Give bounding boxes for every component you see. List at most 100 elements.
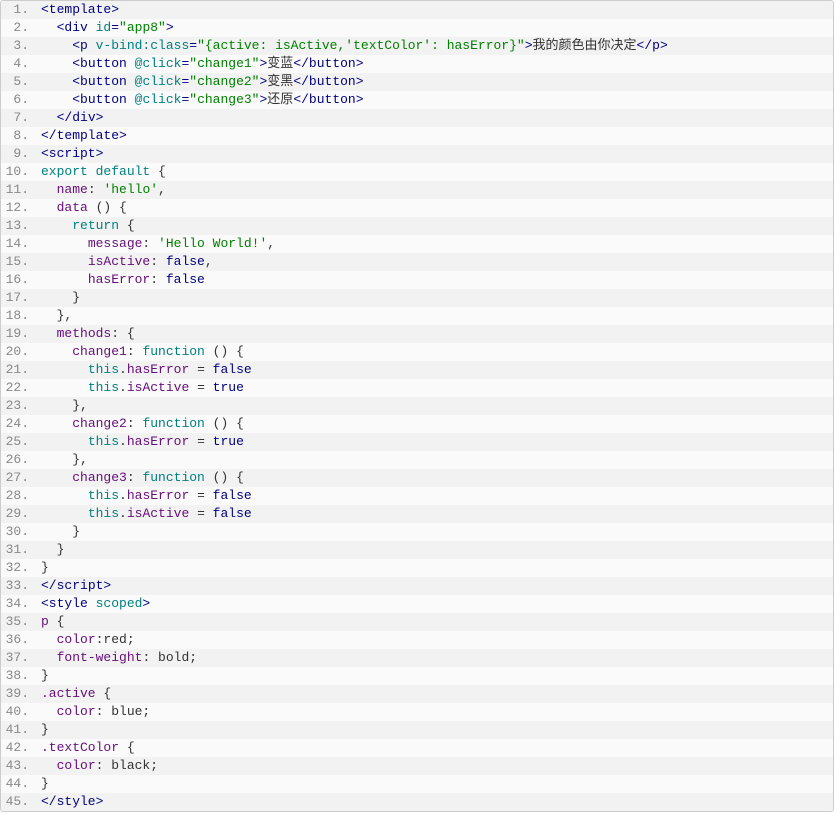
line-content: color: black;: [37, 757, 833, 775]
token: [41, 236, 88, 251]
token: function: [142, 416, 204, 431]
token: export: [41, 164, 88, 179]
line-content: change3: function () {: [37, 469, 833, 487]
token: ,: [158, 182, 166, 197]
code-line: 5. <button @click="change2">变黑</button>: [1, 73, 833, 91]
token: :red;: [96, 632, 135, 647]
code-line: 29. this.isActive = false: [1, 505, 833, 523]
line-number: 24.: [1, 415, 37, 433]
token: name: [57, 182, 88, 197]
token: change1: [72, 344, 127, 359]
token: },: [41, 308, 72, 323]
token: =: [189, 434, 212, 449]
line-number: 25.: [1, 433, 37, 451]
line-content: </template>: [37, 127, 833, 145]
token: [41, 200, 57, 215]
line-number: 32.: [1, 559, 37, 577]
line-content: color:red;: [37, 631, 833, 649]
code-line: 41.}: [1, 721, 833, 739]
line-number: 6.: [1, 91, 37, 109]
token: : {: [111, 326, 134, 341]
token: {: [96, 686, 112, 701]
token: @click: [135, 92, 182, 107]
token: () {: [205, 344, 244, 359]
line-content: isActive: false,: [37, 253, 833, 271]
line-content: hasError: false: [37, 271, 833, 289]
token: "change3": [189, 92, 259, 107]
line-number: 11.: [1, 181, 37, 199]
code-line: 32.}: [1, 559, 833, 577]
token: this: [88, 506, 119, 521]
code-line: 24. change2: function () {: [1, 415, 833, 433]
token: [41, 380, 88, 395]
token: color: [57, 704, 96, 719]
line-number: 30.: [1, 523, 37, 541]
token: [41, 182, 57, 197]
token: >: [142, 596, 150, 611]
line-content: <div id="app8">: [37, 19, 833, 37]
token: :: [150, 254, 166, 269]
line-content: }: [37, 541, 833, 559]
token: .textColor: [41, 740, 119, 755]
line-content: .textColor {: [37, 739, 833, 757]
line-content: }: [37, 667, 833, 685]
code-line: 6. <button @click="change3">还原</button>: [1, 91, 833, 109]
code-line: 8.</template>: [1, 127, 833, 145]
token: [41, 56, 72, 71]
line-number: 23.: [1, 397, 37, 415]
token: }: [41, 776, 49, 791]
line-number: 13.: [1, 217, 37, 235]
line-number: 3.: [1, 37, 37, 55]
token: =: [189, 488, 212, 503]
line-number: 20.: [1, 343, 37, 361]
token: this: [88, 380, 119, 395]
token: :: [127, 416, 143, 431]
token: isActive: [127, 506, 189, 521]
token: color: [57, 632, 96, 647]
token: .: [119, 362, 127, 377]
token: [41, 650, 57, 665]
token: id: [96, 20, 112, 35]
token: [41, 434, 88, 449]
code-line: 11. name: 'hello',: [1, 181, 833, 199]
code-line: 13. return {: [1, 217, 833, 235]
code-line: 2. <div id="app8">: [1, 19, 833, 37]
token: () {: [205, 470, 244, 485]
code-line: 20. change1: function () {: [1, 343, 833, 361]
line-number: 8.: [1, 127, 37, 145]
token: =: [189, 38, 197, 53]
token: <style: [41, 596, 96, 611]
line-content: </style>: [37, 793, 833, 811]
token: }: [41, 722, 49, 737]
line-content: }: [37, 523, 833, 541]
code-line: 12. data () {: [1, 199, 833, 217]
code-line: 22. this.isActive = true: [1, 379, 833, 397]
token: () {: [88, 200, 127, 215]
line-content: }: [37, 721, 833, 739]
code-line: 35.p {: [1, 613, 833, 631]
line-number: 40.: [1, 703, 37, 721]
token: ,: [205, 254, 213, 269]
code-line: 36. color:red;: [1, 631, 833, 649]
token: hasError: [127, 362, 189, 377]
token: return: [72, 218, 119, 233]
code-line: 21. this.hasError = false: [1, 361, 833, 379]
token: <template>: [41, 2, 119, 17]
code-line: 14. message: 'Hello World!',: [1, 235, 833, 253]
line-number: 42.: [1, 739, 37, 757]
line-content: }: [37, 559, 833, 577]
token: font-weight: [57, 650, 143, 665]
code-line: 44.}: [1, 775, 833, 793]
token: : blue;: [96, 704, 151, 719]
line-content: color: blue;: [37, 703, 833, 721]
line-number: 41.: [1, 721, 37, 739]
token: =: [189, 362, 212, 377]
token: "app8": [119, 20, 166, 35]
line-content: name: 'hello',: [37, 181, 833, 199]
token: v-bind:class: [96, 38, 190, 53]
line-number: 36.: [1, 631, 37, 649]
line-content: <button @click="change3">还原</button>: [37, 91, 833, 109]
line-content: }: [37, 289, 833, 307]
token: [41, 344, 72, 359]
token: @click: [135, 74, 182, 89]
